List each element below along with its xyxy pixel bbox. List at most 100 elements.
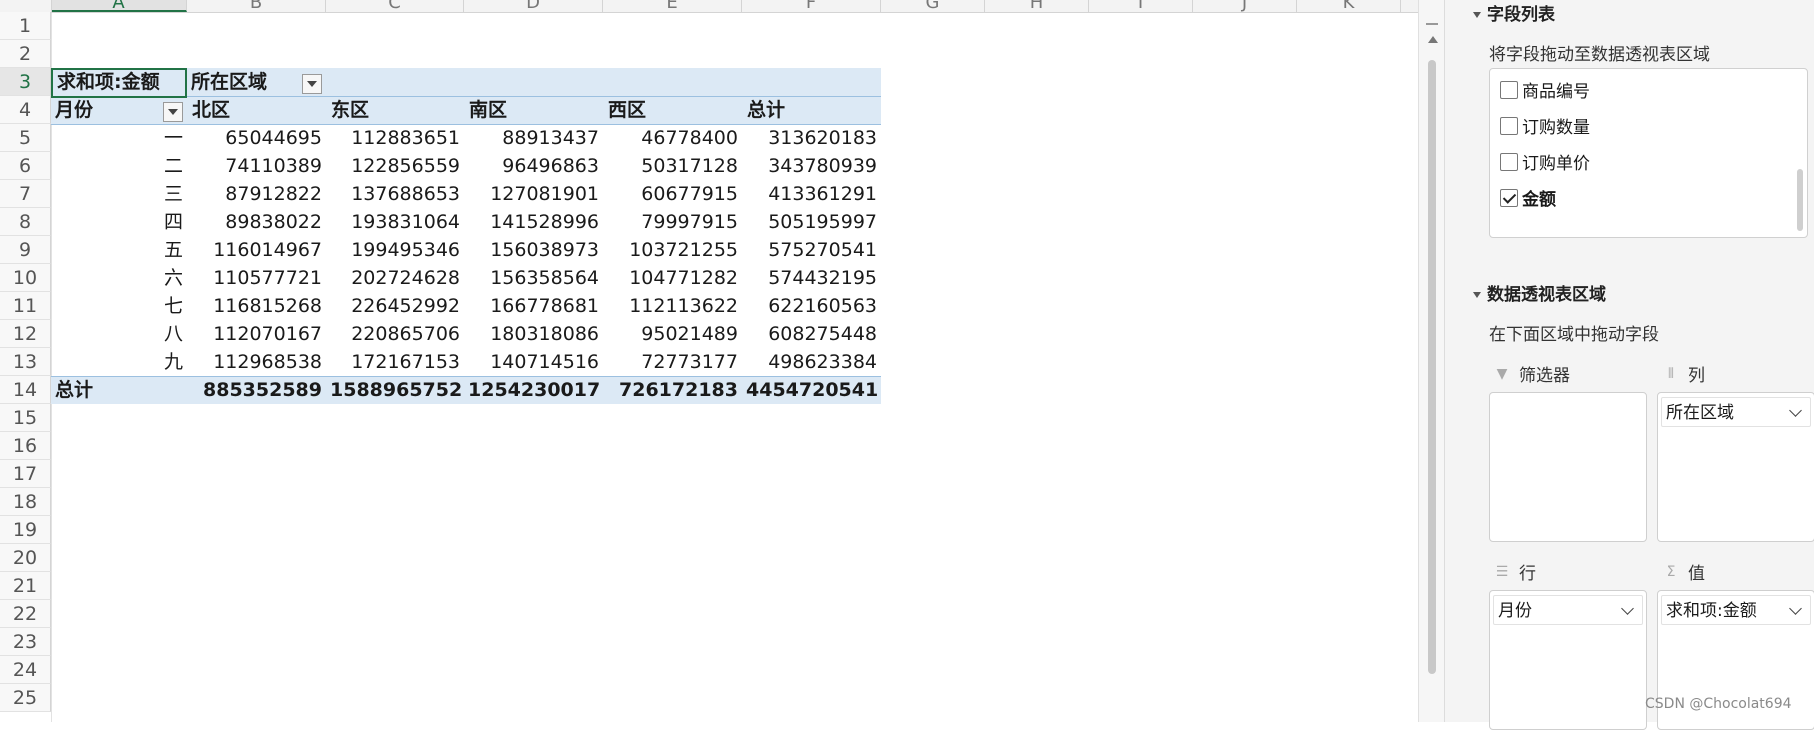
pivot-value-cell[interactable]: 505195997 (742, 208, 881, 236)
pivot-value-cell[interactable]: 156358564 (464, 264, 603, 292)
column-header-C[interactable]: C (326, 0, 464, 12)
row-filter-dropdown-icon[interactable] (163, 102, 183, 122)
pivot-value-cell[interactable]: 50317128 (603, 152, 742, 180)
row-header-22[interactable]: 22 (0, 600, 51, 628)
value-field-chip[interactable]: 求和项:金额 (1661, 595, 1811, 625)
row-header-10[interactable]: 10 (0, 264, 51, 292)
field-item[interactable]: 订购单价 (1500, 149, 1590, 174)
pivot-value-cell[interactable]: 193831064 (326, 208, 464, 236)
checkbox-icon[interactable] (1500, 80, 1518, 99)
pivot-col-header[interactable]: 北区 (188, 96, 327, 124)
pivot-column-field[interactable]: 所在区域 (187, 68, 297, 96)
pivot-value-cell[interactable]: 87912822 (187, 180, 326, 208)
row-header-6[interactable]: 6 (0, 152, 51, 180)
pivot-value-cell[interactable]: 166778681 (464, 292, 603, 320)
column-header-B[interactable]: B (187, 0, 326, 12)
checkbox-checked-icon[interactable] (1500, 188, 1518, 207)
chevron-down-icon[interactable] (1789, 602, 1802, 615)
row-header-5[interactable]: 5 (0, 124, 51, 152)
pivot-value-cell[interactable]: 46778400 (603, 124, 742, 152)
pivot-areas-title[interactable]: 数据透视表区域 (1473, 280, 1606, 305)
checkbox-icon[interactable] (1500, 116, 1518, 135)
row-header-7[interactable]: 7 (0, 180, 51, 208)
row-header-3[interactable]: 3 (0, 68, 51, 96)
row-header-15[interactable]: 15 (0, 404, 51, 432)
pivot-value-cell[interactable]: 110577721 (187, 264, 326, 292)
pivot-row-label[interactable]: 九 (51, 348, 187, 376)
pivot-col-header[interactable]: 东区 (327, 96, 465, 124)
pivot-col-header[interactable]: 西区 (604, 96, 743, 124)
pivot-value-cell[interactable]: 575270541 (742, 236, 881, 264)
filter-area-box[interactable] (1489, 392, 1647, 542)
row-header-12[interactable]: 12 (0, 320, 51, 348)
select-all-corner[interactable] (0, 0, 52, 12)
pivot-value-cell[interactable]: 122856559 (326, 152, 464, 180)
pivot-value-cell[interactable]: 413361291 (742, 180, 881, 208)
pivot-value-cell[interactable]: 89838022 (187, 208, 326, 236)
row-header-20[interactable]: 20 (0, 544, 51, 572)
pivot-total-cell[interactable]: 1254230017 (464, 376, 603, 404)
row-header-18[interactable]: 18 (0, 488, 51, 516)
pivot-value-cell[interactable]: 112968538 (187, 348, 326, 376)
pivot-value-cell[interactable]: 127081901 (464, 180, 603, 208)
column-header-A[interactable]: A (51, 0, 187, 12)
pivot-value-cell[interactable]: 104771282 (603, 264, 742, 292)
field-item[interactable]: 订购数量 (1500, 113, 1590, 138)
pivot-col-header[interactable]: 南区 (465, 96, 604, 124)
pivot-row-label[interactable]: 三 (51, 180, 187, 208)
pivot-total-cell[interactable]: 726172183 (603, 376, 742, 404)
pivot-row-label[interactable]: 六 (51, 264, 187, 292)
scroll-up-icon[interactable] (1428, 36, 1438, 43)
row-header-19[interactable]: 19 (0, 516, 51, 544)
column-header-H[interactable]: H (985, 0, 1089, 12)
chevron-down-icon[interactable] (1789, 404, 1802, 417)
row-header-24[interactable]: 24 (0, 656, 51, 684)
pivot-row-label[interactable]: 二 (51, 152, 187, 180)
pivot-value-cell[interactable]: 220865706 (326, 320, 464, 348)
row-field-chip[interactable]: 月份 (1493, 595, 1643, 625)
column-filter-dropdown-icon[interactable] (302, 74, 322, 94)
pivot-total-cell[interactable]: 1588965752 (326, 376, 464, 404)
column-header-F[interactable]: F (742, 0, 881, 12)
pivot-value-cell[interactable]: 137688653 (326, 180, 464, 208)
row-header-2[interactable]: 2 (0, 40, 51, 68)
pivot-value-cell[interactable]: 498623384 (742, 348, 881, 376)
column-field-chip[interactable]: 所在区域 (1661, 397, 1811, 427)
pivot-value-cell[interactable]: 60677915 (603, 180, 742, 208)
column-header-K[interactable]: K (1297, 0, 1401, 12)
pivot-value-cell[interactable]: 622160563 (742, 292, 881, 320)
pivot-value-cell[interactable]: 95021489 (603, 320, 742, 348)
pivot-col-header[interactable]: 总计 (743, 96, 882, 124)
pivot-value-cell[interactable]: 88913437 (464, 124, 603, 152)
pivot-value-cell[interactable]: 313620183 (742, 124, 881, 152)
pivot-value-cell[interactable]: 112883651 (326, 124, 464, 152)
pivot-value-cell[interactable]: 116014967 (187, 236, 326, 264)
pivot-total-cell[interactable]: 885352589 (187, 376, 326, 404)
checkbox-icon[interactable] (1500, 152, 1518, 171)
pivot-row-label[interactable]: 七 (51, 292, 187, 320)
row-header-14[interactable]: 14 (0, 376, 51, 404)
pivot-value-cell[interactable]: 65044695 (187, 124, 326, 152)
spreadsheet[interactable]: ABCDEFGHIJK 1 2 3 4 5 6 7 8 9 10 11 12 13 14 15 16 17 18 1… (0, 0, 1418, 722)
pivot-total-cell[interactable]: 4454720541 (742, 376, 881, 404)
pivot-value-cell[interactable]: 116815268 (187, 292, 326, 320)
chevron-down-icon[interactable] (1621, 602, 1634, 615)
pivot-row-label[interactable]: 一 (51, 124, 187, 152)
pivot-value-cell[interactable]: 156038973 (464, 236, 603, 264)
row-header-8[interactable]: 8 (0, 208, 51, 236)
pivot-row-label[interactable]: 五 (51, 236, 187, 264)
pivot-value-cell[interactable]: 112113622 (603, 292, 742, 320)
field-list-scrollbar[interactable] (1797, 169, 1803, 231)
row-header-4[interactable]: 4 (0, 96, 51, 124)
row-header-23[interactable]: 23 (0, 628, 51, 656)
pivot-value-cell[interactable]: 141528996 (464, 208, 603, 236)
pivot-value-cell[interactable]: 140714516 (464, 348, 603, 376)
row-header-21[interactable]: 21 (0, 572, 51, 600)
row-header-11[interactable]: 11 (0, 292, 51, 320)
field-item[interactable]: 金额 (1500, 185, 1556, 210)
pivot-value-cell[interactable]: 172167153 (326, 348, 464, 376)
pivot-value-cell[interactable]: 226452992 (326, 292, 464, 320)
field-item[interactable]: 商品编号 (1500, 77, 1590, 102)
pivot-row-label[interactable]: 八 (51, 320, 187, 348)
column-header-D[interactable]: D (464, 0, 603, 12)
